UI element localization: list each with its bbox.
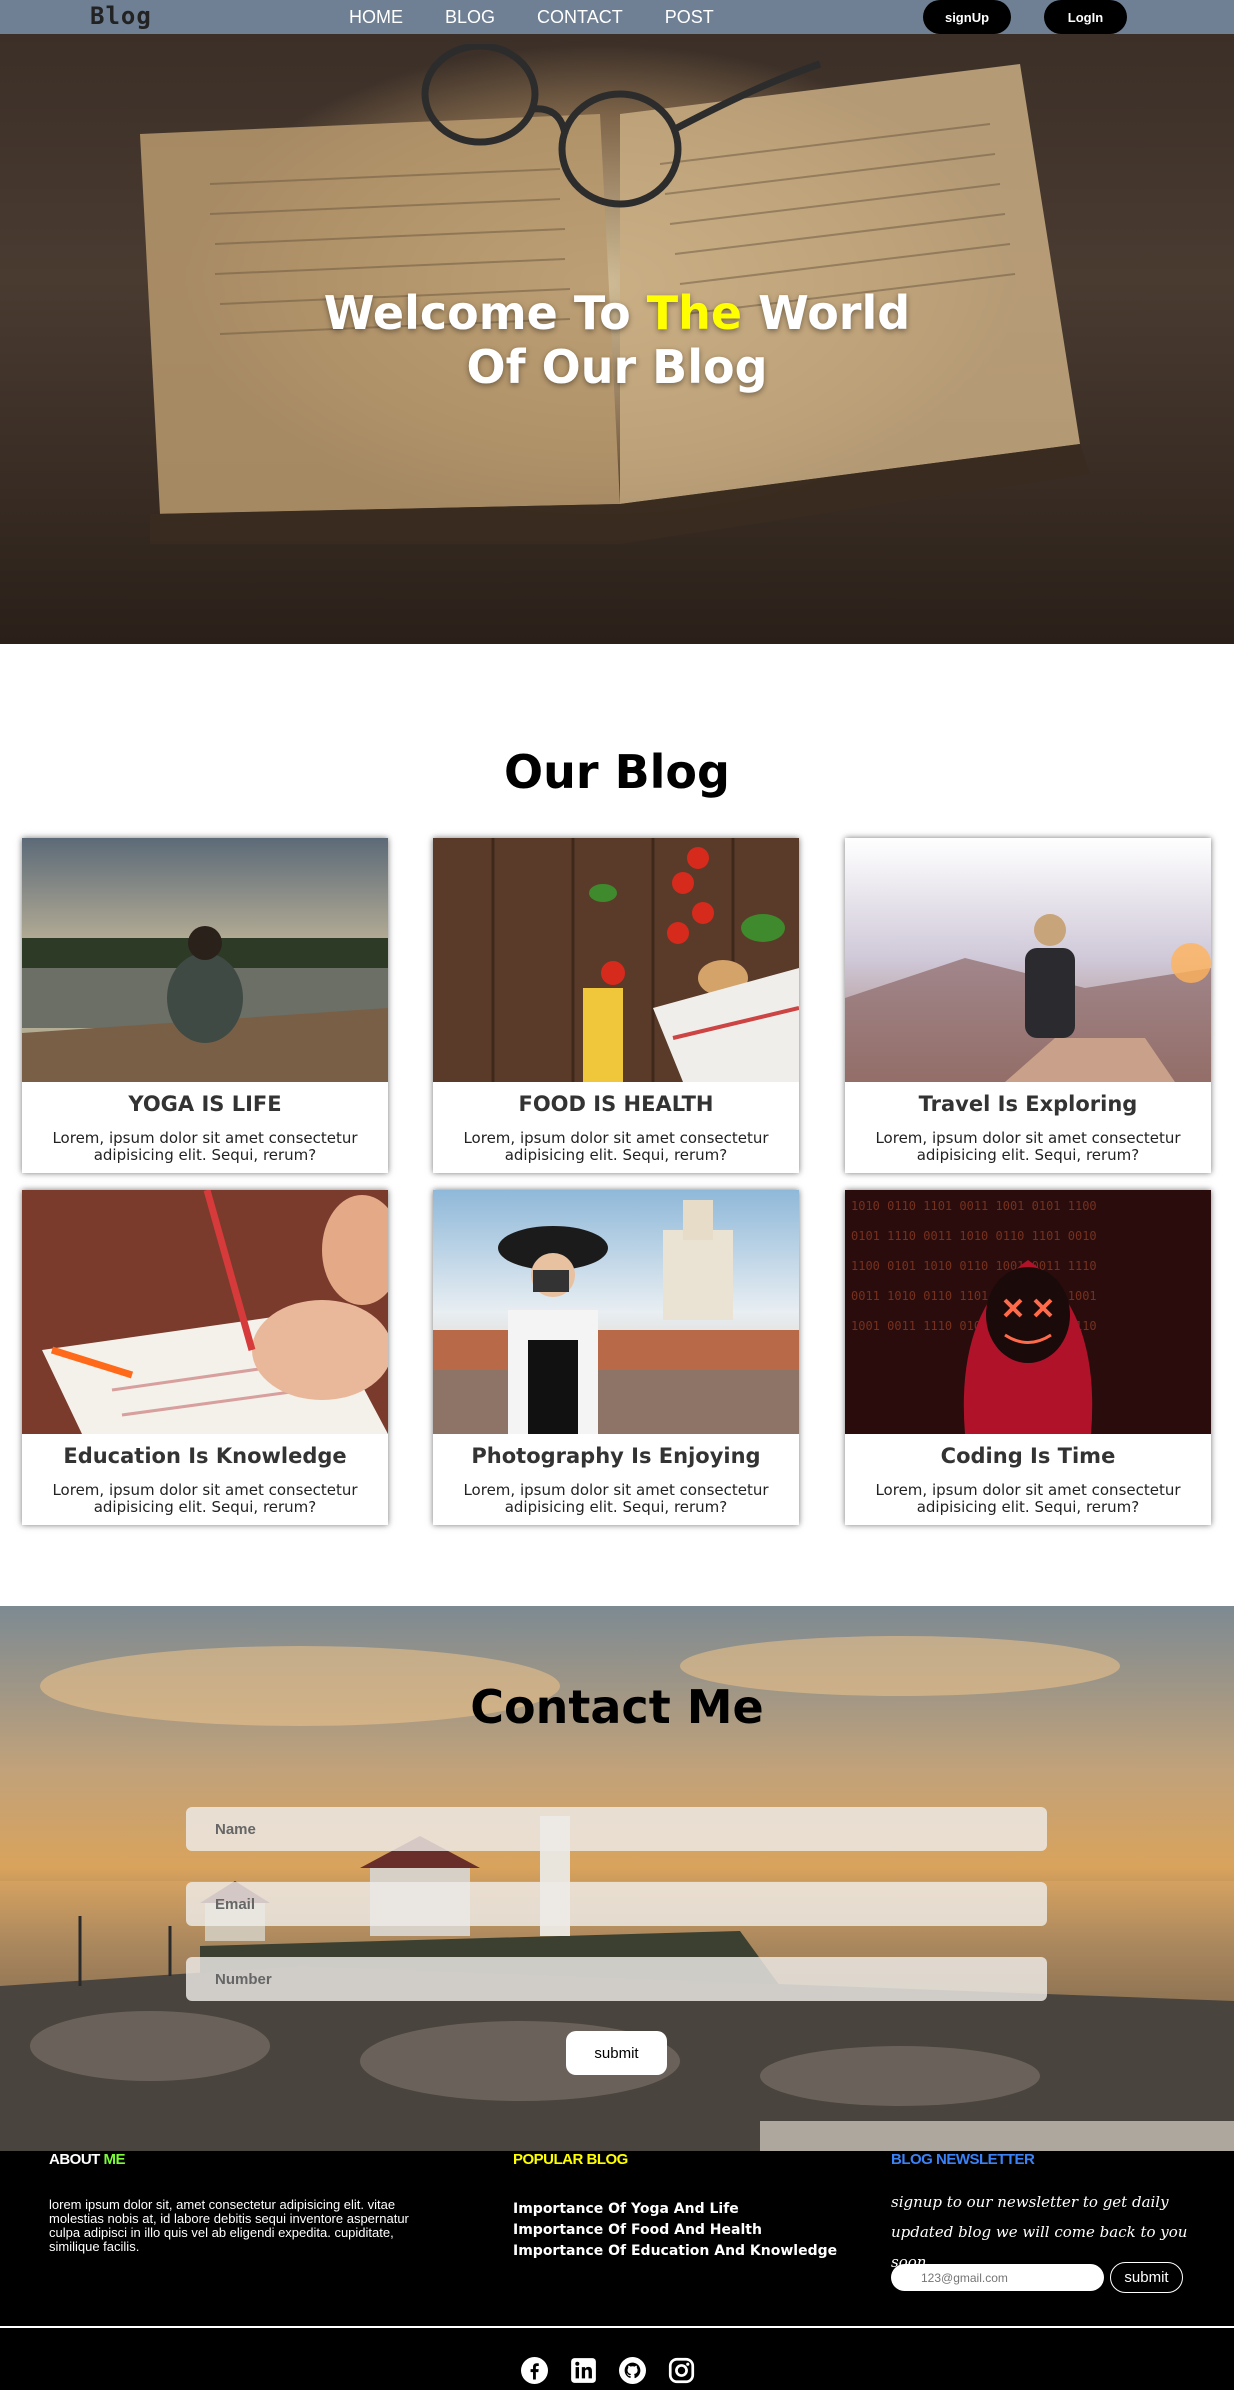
number-field[interactable]: [186, 1957, 1047, 2001]
blog-card-yoga[interactable]: YOGA IS LIFE Lorem, ipsum dolor sit amet…: [22, 838, 388, 1173]
photography-image: [433, 1190, 799, 1434]
card-text: Lorem, ipsum dolor sit amet consectetur …: [463, 1481, 769, 1516]
card-title: FOOD IS HEALTH: [518, 1092, 714, 1116]
nav-links: HOME BLOG CONTACT POST: [349, 6, 756, 28]
food-image: [433, 838, 799, 1082]
github-icon[interactable]: [619, 2357, 646, 2384]
card-text: Lorem, ipsum dolor sit amet consectetur …: [463, 1129, 769, 1164]
blog-card-photography[interactable]: Photography Is Enjoying Lorem, ipsum dol…: [433, 1190, 799, 1525]
hero-title-part2: World: [742, 286, 911, 340]
card-title: Travel Is Exploring: [918, 1092, 1138, 1116]
navbar: Blog HOME BLOG CONTACT POST signUp LogIn: [0, 0, 1234, 34]
blog-card-travel[interactable]: Travel Is Exploring Lorem, ipsum dolor s…: [845, 838, 1211, 1173]
newsletter-submit-button[interactable]: submit: [1110, 2262, 1183, 2293]
hero-title-part1: Welcome To: [323, 286, 647, 340]
instagram-icon[interactable]: [668, 2357, 695, 2384]
contact-submit-button[interactable]: submit: [566, 2031, 667, 2075]
newsletter-email-input[interactable]: [891, 2264, 1104, 2291]
email-field[interactable]: [186, 1882, 1047, 1926]
newsletter-heading: BLOG NEWSLETTER: [891, 2151, 1035, 2168]
card-title: YOGA IS LIFE: [128, 1092, 282, 1116]
hero-title-line2: Of Our Blog: [466, 340, 768, 394]
social-icons: [521, 2357, 695, 2384]
card-title: Photography Is Enjoying: [471, 1444, 761, 1468]
hero-banner: Welcome To The World Of Our Blog: [0, 34, 1234, 644]
yoga-image: [22, 838, 388, 1082]
card-title: Coding Is Time: [940, 1444, 1116, 1468]
svg-text:1010 0110 1101 0011 1001 0101: 1010 0110 1101 0011 1001 0101 1100: [851, 1199, 1097, 1213]
blog-card-coding[interactable]: 1010 0110 1101 0011 1001 0101 1100 0101 …: [845, 1190, 1211, 1525]
card-title: Education Is Knowledge: [63, 1444, 347, 1468]
hero-title: Welcome To The World Of Our Blog: [0, 286, 1234, 394]
facebook-icon[interactable]: [521, 2357, 548, 2384]
about-head-part2: ME: [103, 2151, 126, 2168]
blog-card-education[interactable]: Education Is Knowledge Lorem, ipsum dolo…: [22, 1190, 388, 1525]
signup-button[interactable]: signUp: [923, 0, 1011, 34]
card-text: Lorem, ipsum dolor sit amet consectetur …: [875, 1481, 1181, 1516]
education-image: [22, 1190, 388, 1434]
card-text: Lorem, ipsum dolor sit amet consectetur …: [52, 1481, 358, 1516]
footer-divider: [0, 2326, 1234, 2328]
nav-link-contact[interactable]: CONTACT: [537, 6, 623, 28]
linkedin-icon[interactable]: [570, 2357, 597, 2384]
nav-link-home[interactable]: HOME: [349, 6, 403, 28]
brand-logo[interactable]: Blog: [90, 2, 152, 30]
contact-section: Contact Me submit: [0, 1606, 1234, 2151]
hero-title-highlight: The: [646, 286, 743, 340]
blog-heading: Our Blog: [504, 745, 730, 799]
popular-link-yoga[interactable]: Importance Of Yoga And Life: [513, 2199, 837, 2220]
name-field[interactable]: [186, 1807, 1047, 1851]
popular-blog-heading: POPULAR BLOG: [513, 2151, 628, 2168]
nav-link-post[interactable]: POST: [665, 6, 714, 28]
popular-blog-links: Importance Of Yoga And Life Importance O…: [513, 2199, 837, 2262]
popular-link-education[interactable]: Importance Of Education And Knowledge: [513, 2241, 837, 2262]
travel-image: [845, 838, 1211, 1082]
login-button[interactable]: LogIn: [1044, 0, 1127, 34]
footer: ABOUT ME lorem ipsum dolor sit, amet con…: [0, 2151, 1234, 2390]
nav-link-blog[interactable]: BLOG: [445, 6, 495, 28]
contact-heading: Contact Me: [470, 1680, 764, 1734]
svg-text:1100 0101 1010 0110 1001 0011: 1100 0101 1010 0110 1001 0011 1110: [851, 1259, 1097, 1273]
about-me-text: lorem ipsum dolor sit, amet consectetur …: [49, 2197, 409, 2254]
about-me-heading: ABOUT ME: [49, 2151, 125, 2168]
coding-image: 1010 0110 1101 0011 1001 0101 1100 0101 …: [845, 1190, 1211, 1434]
about-head-part1: ABOUT: [49, 2151, 104, 2168]
card-text: Lorem, ipsum dolor sit amet consectetur …: [875, 1129, 1181, 1164]
svg-text:0101 1110 0011 1010 0110 1101: 0101 1110 0011 1010 0110 1101 0010: [851, 1229, 1097, 1243]
blog-card-food[interactable]: FOOD IS HEALTH Lorem, ipsum dolor sit am…: [433, 838, 799, 1173]
card-text: Lorem, ipsum dolor sit amet consectetur …: [52, 1129, 358, 1164]
popular-link-food[interactable]: Importance Of Food And Health: [513, 2220, 837, 2241]
